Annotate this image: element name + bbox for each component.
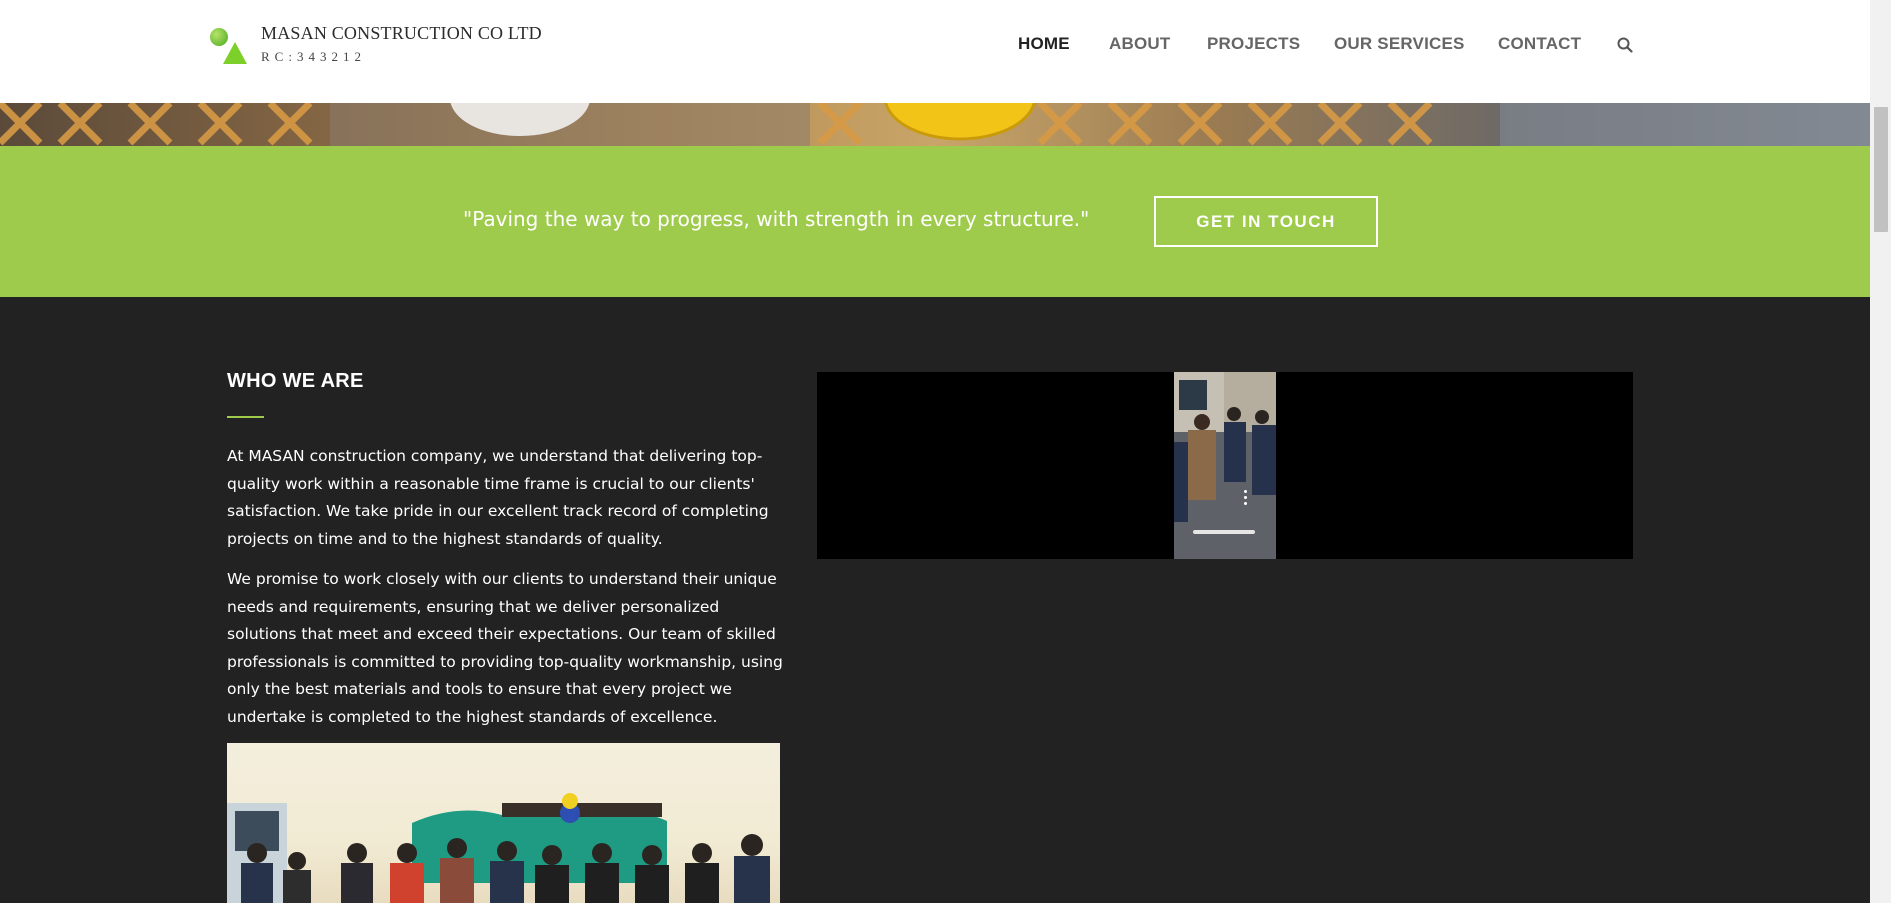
cta-quote: "Paving the way to progress, with streng…	[463, 207, 1090, 231]
video-thumbnail	[1174, 372, 1276, 559]
nav-contact[interactable]: CONTACT	[1498, 34, 1581, 54]
about-paragraph-1: At MASAN construction company, we unders…	[227, 447, 769, 548]
section-title: WHO WE ARE	[227, 370, 364, 392]
about-paragraph-2: We promise to work closely with our clie…	[227, 570, 783, 726]
nav-projects[interactable]: PROJECTS	[1207, 34, 1300, 54]
video-player[interactable]	[817, 372, 1633, 559]
nav-home[interactable]: HOME	[1018, 34, 1070, 54]
video-progress-bar[interactable]	[1193, 530, 1255, 534]
search-icon[interactable]	[1617, 37, 1633, 53]
more-options-icon[interactable]	[1244, 490, 1248, 506]
site-header: MASAN CONSTRUCTION CO LTD RC:343212 HOME…	[0, 0, 1870, 103]
hero-image	[0, 103, 1870, 146]
page-scrollbar[interactable]	[1870, 0, 1891, 903]
team-photo	[227, 743, 780, 903]
nav-about[interactable]: ABOUT	[1109, 34, 1170, 54]
main-nav: HOME ABOUT PROJECTS OUR SERVICES CONTACT	[0, 34, 1870, 58]
scrollbar-thumb[interactable]	[1874, 107, 1888, 232]
get-in-touch-button[interactable]: GET IN TOUCH	[1154, 196, 1378, 247]
section-divider	[227, 416, 264, 418]
cta-band: "Paving the way to progress, with streng…	[0, 146, 1870, 297]
nav-our-services[interactable]: OUR SERVICES	[1334, 34, 1465, 54]
